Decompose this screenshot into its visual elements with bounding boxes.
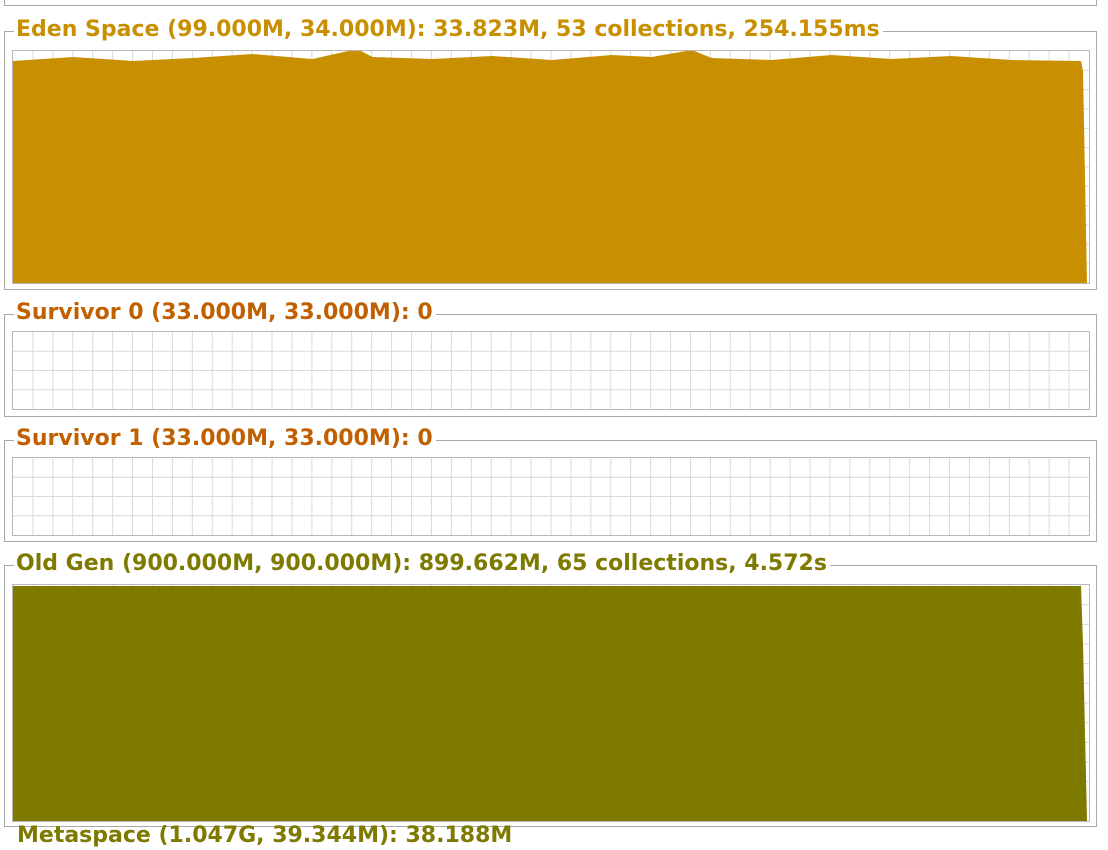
survivor-0-chart [13, 332, 1089, 409]
old-gen-panel: Old Gen (900.000M, 900.000M): 899.662M, … [4, 550, 1097, 827]
eden-space-graph [12, 50, 1090, 284]
metaspace-title: Metaspace (1.047G, 39.344M): 38.188M [17, 823, 513, 848]
eden-usage-area [13, 51, 1088, 283]
survivor-0-title: Survivor 0 (33.000M, 33.000M): 0 [14, 299, 436, 327]
survivor-0-panel: Survivor 0 (33.000M, 33.000M): 0 [4, 299, 1097, 417]
eden-space-chart [13, 51, 1089, 283]
old-gen-chart [13, 585, 1089, 821]
survivor-1-title: Survivor 1 (33.000M, 33.000M): 0 [14, 425, 436, 453]
old-gen-usage-area [13, 586, 1088, 821]
old-gen-graph [12, 584, 1090, 822]
old-gen-title: Old Gen (900.000M, 900.000M): 899.662M, … [14, 550, 830, 578]
survivor-0-graph [12, 331, 1090, 410]
eden-space-panel: Eden Space (99.000M, 34.000M): 33.823M, … [4, 16, 1097, 290]
survivor-1-chart [13, 458, 1089, 535]
survivor-1-panel: Survivor 1 (33.000M, 33.000M): 0 [4, 425, 1097, 542]
survivor-1-grid [13, 458, 1089, 535]
survivor-0-grid [13, 332, 1089, 409]
survivor-1-graph [12, 457, 1090, 536]
previous-panel-border [4, 0, 1097, 6]
eden-space-title: Eden Space (99.000M, 34.000M): 33.823M, … [14, 16, 883, 44]
